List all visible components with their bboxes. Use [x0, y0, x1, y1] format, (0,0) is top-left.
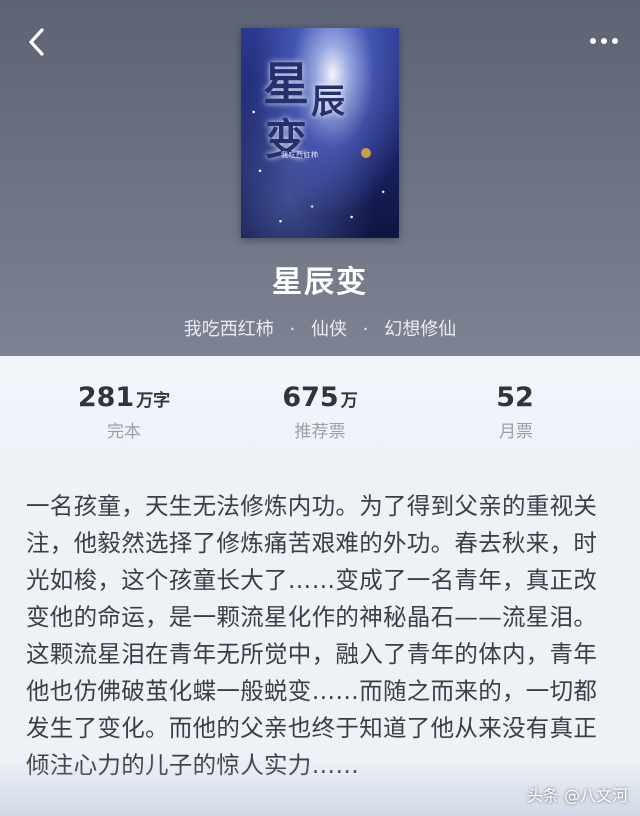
- more-button[interactable]: [582, 26, 626, 56]
- stat-unit: 万: [340, 391, 358, 411]
- cover-author: 我吃西红柿: [281, 151, 319, 159]
- stat-monthly[interactable]: 52 月票: [416, 382, 616, 442]
- watermark: 头条 @八文河: [526, 786, 628, 805]
- stat-recommend[interactable]: 675 万 推荐票: [220, 382, 420, 442]
- category-link[interactable]: 仙侠: [311, 319, 347, 340]
- meta-separator: ·: [289, 319, 296, 340]
- stat-value: 52: [496, 382, 534, 413]
- book-description[interactable]: 一名孩童，天生无法修炼内功。为了得到父亲的重视关注，他毅然选择了修炼痛苦艰难的外…: [26, 488, 616, 784]
- book-title: 星辰变: [272, 265, 368, 300]
- more-dot: [601, 38, 607, 44]
- stat-value: 281: [77, 382, 135, 413]
- chevron-left-icon: [29, 28, 44, 56]
- subcategory-link[interactable]: 幻想修仙: [384, 319, 456, 340]
- stat-label: 月票: [499, 422, 533, 442]
- cover-title-char: 星: [263, 57, 309, 111]
- book-meta: 我吃西红柿 · 仙侠 · 幻想修仙: [0, 315, 640, 341]
- more-dot: [590, 38, 596, 44]
- back-button[interactable]: [20, 22, 52, 62]
- author-link[interactable]: 我吃西红柿: [184, 319, 274, 340]
- stat-label: 推荐票: [294, 422, 346, 442]
- meta-separator: ·: [362, 319, 369, 340]
- stat-words: 281 万字 完本: [24, 382, 224, 442]
- book-header: 星 辰 变 我吃西红柿 星辰变 我吃西红柿 · 仙侠 · 幻想修仙: [0, 0, 640, 356]
- stat-label: 完本: [107, 422, 141, 442]
- cover-title-char: 辰: [311, 82, 345, 122]
- stat-unit: 万字: [136, 391, 171, 411]
- book-cover[interactable]: 星 辰 变 我吃西红柿: [241, 28, 399, 238]
- book-stats: 281 万字 完本 675 万 推荐票 52 月票: [0, 356, 640, 456]
- stat-value: 675: [282, 382, 339, 413]
- more-dot: [612, 38, 618, 44]
- cover-seal: [361, 148, 371, 158]
